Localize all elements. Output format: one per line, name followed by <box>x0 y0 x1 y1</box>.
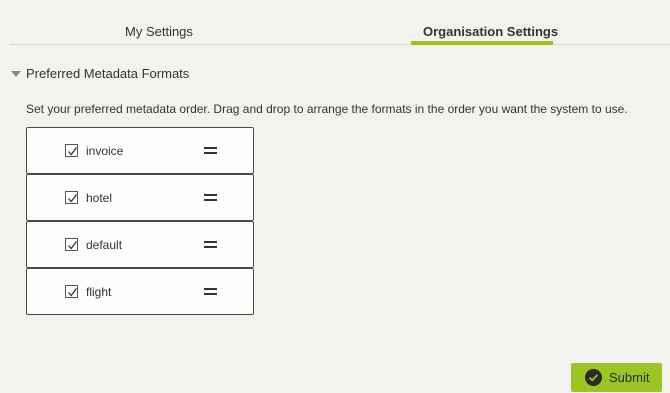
check-icon <box>68 241 78 250</box>
drag-handle-icon[interactable] <box>204 241 217 248</box>
active-tab-indicator <box>411 41 553 45</box>
format-label: invoice <box>86 144 124 158</box>
check-icon <box>68 194 78 203</box>
format-checkbox[interactable] <box>65 238 78 251</box>
section-toggle[interactable]: Preferred Metadata Formats <box>11 66 189 81</box>
format-checkbox[interactable] <box>65 191 78 204</box>
check-icon <box>68 288 78 297</box>
tab-organisation-settings[interactable]: Organisation Settings <box>423 24 558 39</box>
tab-my-settings[interactable]: My Settings <box>125 24 193 39</box>
section-title: Preferred Metadata Formats <box>26 66 190 81</box>
drag-handle-icon[interactable] <box>204 194 217 201</box>
caret-down-icon <box>11 70 21 77</box>
format-label: hotel <box>86 191 113 205</box>
format-list: invoice hotel default flight <box>26 127 254 315</box>
format-checkbox[interactable] <box>65 144 78 157</box>
format-item-flight[interactable]: flight <box>26 268 254 315</box>
drag-handle-icon[interactable] <box>204 147 217 154</box>
format-item-hotel[interactable]: hotel <box>26 174 254 221</box>
format-label: flight <box>86 285 112 299</box>
format-checkbox[interactable] <box>65 285 78 298</box>
format-label: default <box>86 238 123 252</box>
format-item-invoice[interactable]: invoice <box>26 127 254 174</box>
section-description: Set your preferred metadata order. Drag … <box>26 102 628 116</box>
submit-button[interactable]: Submit <box>571 363 662 392</box>
format-item-default[interactable]: default <box>26 221 254 268</box>
check-icon <box>68 147 78 156</box>
settings-tabs: My Settings Organisation Settings <box>10 0 670 45</box>
check-circle-icon <box>585 369 602 386</box>
submit-label: Submit <box>609 370 650 385</box>
drag-handle-icon[interactable] <box>204 288 217 295</box>
